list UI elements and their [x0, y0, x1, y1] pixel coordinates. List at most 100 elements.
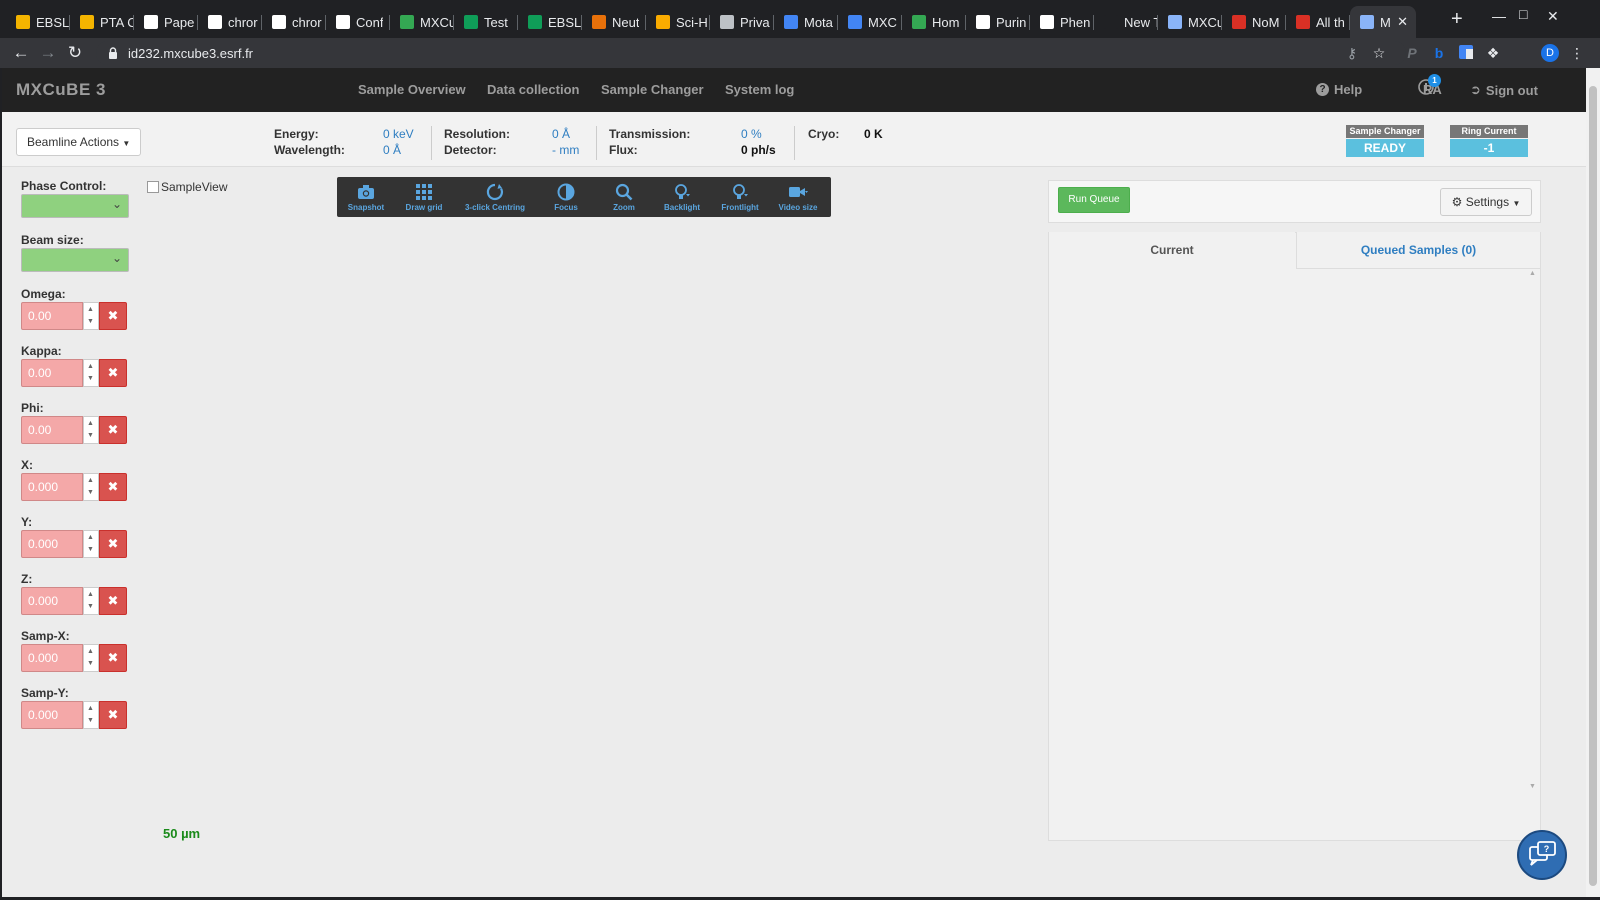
step-down-icon[interactable]: ▼	[87, 603, 94, 610]
paypal-extension-icon[interactable]: P	[1403, 44, 1421, 62]
browser-tab[interactable]: New Tab	[1094, 6, 1158, 38]
page-scrollbar[interactable]	[1586, 68, 1600, 900]
phi-stop-button[interactable]: ✖	[99, 416, 127, 444]
phi-stepper[interactable]: ▲ ▼	[83, 416, 99, 444]
browser-tab[interactable]: EBSL	[518, 6, 582, 38]
step-up-icon[interactable]: ▲	[87, 363, 94, 370]
samp-x-input[interactable]: 0.000	[21, 644, 83, 672]
y-input[interactable]: 0.000	[21, 530, 83, 558]
x-input[interactable]: 0.000	[21, 473, 83, 501]
browser-tab[interactable]: M ✕	[1350, 6, 1416, 38]
help-link[interactable]: ? Help	[1316, 82, 1362, 97]
beam-size-select[interactable]: ⌄	[21, 248, 129, 272]
run-queue-button[interactable]: Run Queue	[1058, 187, 1130, 213]
omega-stop-button[interactable]: ✖	[99, 302, 127, 330]
y-stepper[interactable]: ▲ ▼	[83, 530, 99, 558]
browser-tab[interactable]: Sci-H	[646, 6, 710, 38]
sign-out-link[interactable]: ➲ Sign out	[1470, 82, 1538, 98]
toolbar-3-click-centring-button[interactable]: 3-click Centring	[453, 177, 537, 217]
app-brand[interactable]: MXCuBE 3	[16, 80, 106, 100]
toolbar-backlight-button[interactable]: Backlight	[653, 177, 711, 217]
url-field[interactable]: id232.mxcube3.esrf.fr	[96, 41, 1406, 65]
kappa-stop-button[interactable]: ✖	[99, 359, 127, 387]
step-down-icon[interactable]: ▼	[87, 489, 94, 496]
step-down-icon[interactable]: ▼	[87, 546, 94, 553]
toolbar-focus-button[interactable]: Focus	[537, 177, 595, 217]
browser-tab[interactable]: All th	[1286, 6, 1350, 38]
maximize-icon[interactable]: □	[1519, 6, 1527, 22]
page-scrollbar-thumb[interactable]	[1589, 86, 1597, 886]
browser-tab[interactable]: Conf	[326, 6, 390, 38]
z-stop-button[interactable]: ✖	[99, 587, 127, 615]
phase-control-select[interactable]: ⌄	[21, 194, 129, 218]
browser-tab[interactable]: MXC	[838, 6, 902, 38]
step-up-icon[interactable]: ▲	[87, 591, 94, 598]
browser-tab[interactable]: Neut	[582, 6, 646, 38]
wavelength-value[interactable]: 0 Å	[383, 143, 401, 157]
toolbar-snapshot-button[interactable]: Snapshot	[337, 177, 395, 217]
browser-tab[interactable]: Test	[454, 6, 518, 38]
samp-y-stepper[interactable]: ▲ ▼	[83, 701, 99, 729]
x-stop-button[interactable]: ✖	[99, 473, 127, 501]
browser-tab[interactable]: Priva	[710, 6, 774, 38]
browser-tab[interactable]: Pape	[134, 6, 198, 38]
omega-input[interactable]: 0.00	[21, 302, 83, 330]
queue-scrollbar[interactable]: ▲ ▼	[1527, 270, 1539, 790]
browser-tab[interactable]: chror	[198, 6, 262, 38]
browser-tab[interactable]: chror	[262, 6, 326, 38]
toolbar-video-size-button[interactable]: Video size	[769, 177, 827, 217]
phi-input[interactable]: 0.00	[21, 416, 83, 444]
translate-extension-icon[interactable]	[1457, 44, 1475, 62]
nav-sample-overview[interactable]: Sample Overview	[358, 82, 466, 97]
transmission-value[interactable]: 0 %	[741, 127, 762, 141]
toolbar-frontlight-button[interactable]: Frontlight	[711, 177, 769, 217]
kappa-stepper[interactable]: ▲ ▼	[83, 359, 99, 387]
close-tab-icon[interactable]: ✕	[1397, 14, 1408, 30]
step-down-icon[interactable]: ▼	[87, 432, 94, 439]
step-down-icon[interactable]: ▼	[87, 660, 94, 667]
nav-sample-changer[interactable]: Sample Changer	[601, 82, 704, 97]
browser-menu-icon[interactable]: ⋮	[1568, 44, 1586, 62]
back-arrow-icon[interactable]: ←	[10, 42, 32, 64]
feedback-chat-button[interactable]: ?	[1517, 830, 1567, 880]
samp-x-stop-button[interactable]: ✖	[99, 644, 127, 672]
reload-icon[interactable]: ↻	[64, 42, 86, 64]
browser-tab[interactable]: Purin	[966, 6, 1030, 38]
step-down-icon[interactable]: ▼	[87, 318, 94, 325]
step-up-icon[interactable]: ▲	[87, 477, 94, 484]
step-down-icon[interactable]: ▼	[87, 717, 94, 724]
energy-value[interactable]: 0 keV	[383, 127, 414, 141]
step-up-icon[interactable]: ▲	[87, 420, 94, 427]
browser-tab[interactable]: MXCu	[390, 6, 454, 38]
samp-y-stop-button[interactable]: ✖	[99, 701, 127, 729]
samp-y-input[interactable]: 0.000	[21, 701, 83, 729]
detector-value[interactable]: - mm	[552, 143, 579, 157]
step-up-icon[interactable]: ▲	[87, 648, 94, 655]
toolbar-draw-grid-button[interactable]: Draw grid	[395, 177, 453, 217]
bing-extension-icon[interactable]: b	[1430, 44, 1448, 62]
beamline-actions-button[interactable]: Beamline Actions ▼	[16, 128, 142, 156]
sample-view-image[interactable]: SampleView	[147, 180, 227, 194]
settings-button[interactable]: ⚙ Settings ▼	[1440, 188, 1532, 216]
nav-data-collection[interactable]: Data collection	[487, 82, 579, 97]
forward-arrow-icon[interactable]: →	[37, 42, 59, 64]
tab-current[interactable]: Current	[1049, 232, 1295, 269]
key-icon[interactable]: ⚷	[1343, 44, 1361, 62]
y-stop-button[interactable]: ✖	[99, 530, 127, 558]
star-icon[interactable]: ☆	[1370, 44, 1388, 62]
x-stepper[interactable]: ▲ ▼	[83, 473, 99, 501]
tab-queued-samples[interactable]: Queued Samples (0)	[1296, 232, 1540, 269]
samp-x-stepper[interactable]: ▲ ▼	[83, 644, 99, 672]
resolution-value[interactable]: 0 Å	[552, 127, 570, 141]
browser-tab[interactable]: Mota	[774, 6, 838, 38]
nav-system-log[interactable]: System log	[725, 82, 794, 97]
extensions-icon[interactable]: ❖	[1484, 44, 1502, 62]
browser-tab[interactable]: PTA C	[70, 6, 134, 38]
toolbar-zoom-button[interactable]: Zoom	[595, 177, 653, 217]
kappa-input[interactable]: 0.00	[21, 359, 83, 387]
browser-tab[interactable]: NoM	[1222, 6, 1286, 38]
browser-tab[interactable]: Phen	[1030, 6, 1094, 38]
step-down-icon[interactable]: ▼	[87, 375, 94, 382]
step-up-icon[interactable]: ▲	[87, 534, 94, 541]
profile-avatar[interactable]: D	[1541, 44, 1559, 62]
